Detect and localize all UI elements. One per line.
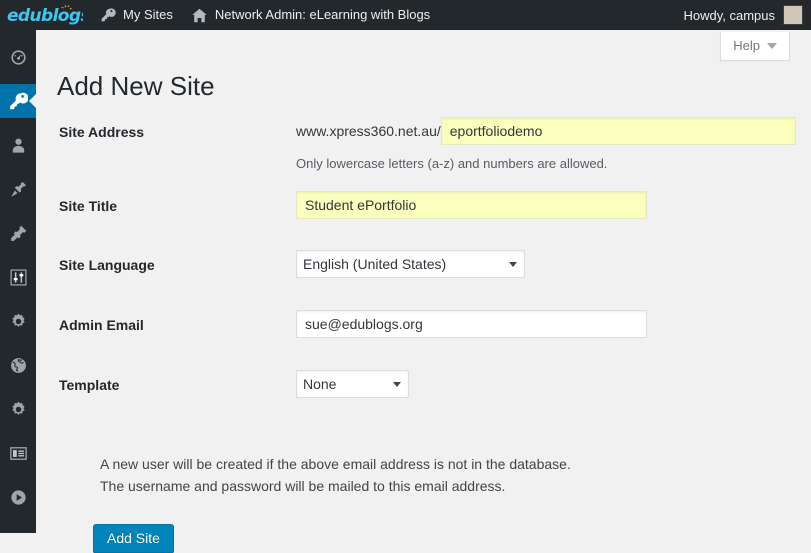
site-language-control: English (United States) [296, 250, 525, 278]
label-site-language: Site Language [59, 257, 155, 273]
dashboard-icon [10, 49, 26, 65]
globe-icon [10, 357, 26, 373]
user-icon [12, 138, 24, 153]
site-address-description: Only lowercase letters (a-z) and numbers… [296, 156, 608, 171]
sidebar-item-users[interactable] [0, 128, 36, 162]
label-admin-email: Admin Email [59, 317, 144, 333]
sliders-icon [9, 268, 27, 286]
avatar[interactable] [783, 5, 803, 25]
chevron-down-icon [767, 42, 777, 49]
add-site-button[interactable]: Add Site [93, 524, 174, 553]
gear-icon [11, 313, 25, 327]
edublogs-logo-icon: edublogs [7, 4, 83, 26]
admin-bar: edublogs My Sites Network Admin: eLearni… [0, 0, 811, 30]
add-site-form: Site Address www.xpress360.net.au/ Only … [57, 110, 807, 408]
home-icon [191, 7, 208, 24]
help-button-label: Help [733, 38, 760, 53]
admin-sidebar [0, 30, 37, 533]
sidebar-item-themes[interactable] [0, 172, 36, 206]
adminbar-item-my-sites[interactable]: My Sites [91, 0, 182, 30]
page-title: Add New Site [57, 71, 215, 101]
sidebar-item-network[interactable] [0, 348, 36, 382]
play-circle-icon [10, 489, 26, 505]
site-language-select[interactable]: English (United States) [296, 250, 525, 278]
template-control: None [296, 370, 409, 398]
sidebar-spacer-top [0, 30, 36, 40]
form-note-line-2: The username and password will be mailed… [100, 478, 506, 494]
gear-icon [11, 401, 25, 415]
sidebar-item-sites[interactable] [0, 84, 37, 118]
adminbar-label-my-sites: My Sites [123, 7, 173, 22]
adminbar-label-network-admin: Network Admin: eLearning with Blogs [214, 7, 431, 22]
sidebar-item-pages[interactable] [0, 436, 36, 470]
form-row-site-language: Site Language English (United States) [57, 238, 807, 298]
admin-email-input[interactable] [296, 310, 647, 338]
site-address-prefix: www.xpress360.net.au/ [296, 123, 441, 139]
site-address-input[interactable] [440, 117, 796, 145]
form-note-line-1: A new user will be created if the above … [100, 456, 571, 472]
edublogs-logo[interactable]: edublogs [0, 0, 91, 30]
thumbtack-icon [10, 181, 26, 197]
form-row-admin-email: Admin Email [57, 298, 807, 358]
howdy-greeting: Howdy, campus [683, 7, 775, 23]
label-site-title: Site Title [59, 198, 118, 214]
list-card-icon [9, 446, 27, 460]
content-panel: Help Add New Site Site Address www.xpres… [36, 30, 811, 553]
form-row-template: Template None [57, 358, 807, 408]
template-select[interactable]: None [296, 370, 409, 398]
plug-icon [10, 225, 26, 241]
sidebar-item-options[interactable] [0, 392, 36, 426]
sidebar-current-arrow [29, 93, 37, 109]
admin-email-control [296, 310, 647, 338]
main-content: Help Add New Site Site Address www.xpres… [36, 30, 811, 553]
adminbar-item-network-admin[interactable]: Network Admin: eLearning with Blogs [182, 0, 439, 30]
sidebar-item-dashboard[interactable] [0, 40, 36, 74]
sidebar-item-tools[interactable] [0, 260, 36, 294]
form-row-site-title: Site Title [57, 178, 807, 238]
sidebar-item-plugins[interactable] [0, 216, 36, 250]
sidebar-item-settings[interactable] [0, 304, 36, 338]
adminbar-account-area[interactable]: Howdy, campus [683, 0, 811, 30]
help-button[interactable]: Help [720, 32, 790, 61]
form-note: A new user will be created if the above … [100, 453, 571, 497]
site-address-control: www.xpress360.net.au/ Only lowercase let… [296, 117, 796, 173]
sidebar-item-media[interactable] [0, 480, 36, 514]
label-site-address: Site Address [59, 124, 145, 140]
site-title-input[interactable] [296, 191, 647, 219]
key-icon [10, 92, 28, 110]
label-template: Template [59, 377, 120, 393]
key-icon [100, 7, 116, 23]
svg-text:edublogs: edublogs [7, 6, 83, 26]
form-row-site-address: Site Address www.xpress360.net.au/ Only … [57, 110, 807, 178]
site-title-control [296, 191, 647, 219]
